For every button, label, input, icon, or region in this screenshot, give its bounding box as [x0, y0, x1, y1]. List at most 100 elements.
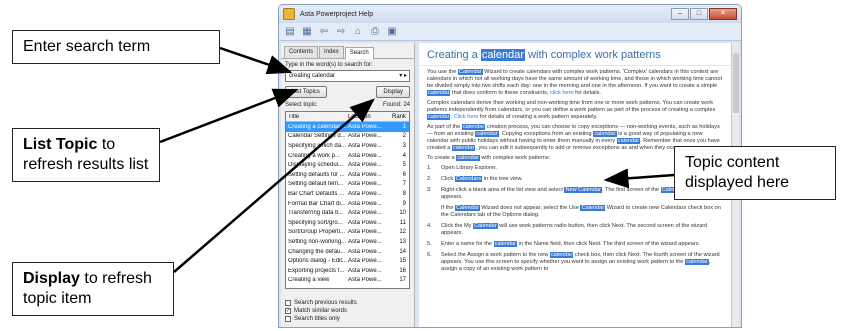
help-app-icon — [283, 8, 295, 20]
checkbox[interactable] — [285, 300, 291, 306]
column-title[interactable]: Title — [286, 114, 348, 120]
text: If the — [441, 205, 455, 211]
result-title: Transferring data b... — [288, 210, 344, 217]
result-rank: 12 — [399, 229, 406, 236]
check-titles-only[interactable]: Search titles only — [285, 315, 357, 323]
highlight: calendar — [493, 241, 518, 247]
column-location[interactable]: Location — [348, 114, 386, 120]
minimize-button[interactable]: – — [671, 8, 689, 20]
highlight: Calendar — [473, 223, 498, 229]
result-row[interactable]: Creating a work p... Asta Powe... 4 — [286, 151, 409, 161]
text: You use the — [427, 69, 458, 75]
highlight: calendar — [456, 155, 480, 161]
found-count: Found: 24 — [382, 102, 410, 108]
result-location: Asta Powe... — [348, 133, 382, 140]
close-button[interactable]: ✕ — [709, 8, 737, 20]
text: Click the My — [441, 223, 474, 229]
result-rank: 9 — [402, 200, 406, 207]
chevron-down-icon[interactable]: ▾ ▸ — [399, 72, 407, 79]
result-title: Changing the defau... — [288, 248, 346, 255]
result-row[interactable]: Creating a calendar ... Asta Powe... 1 — [286, 122, 409, 132]
result-title: Creating a calendar ... — [288, 123, 348, 130]
check-match-similar[interactable]: ✓ Match similar words — [285, 307, 357, 315]
checkbox[interactable] — [285, 316, 291, 322]
check-search-previous[interactable]: Search previous results — [285, 299, 357, 307]
result-row[interactable]: Creating a view Asta Powe... 17 — [286, 276, 409, 286]
text: that does conform to these constraints, — [450, 90, 550, 96]
text: Select the Assign a work pattern to the … — [441, 252, 550, 258]
column-rank[interactable]: Rank — [386, 114, 408, 120]
result-rank: 8 — [402, 190, 406, 197]
print2-icon[interactable]: ⎙ — [368, 25, 382, 39]
search-options: Search previous results ✓ Match similar w… — [285, 299, 357, 323]
highlight: calendar — [451, 145, 476, 151]
checkbox[interactable]: ✓ — [285, 308, 291, 314]
callout-list-topic: List Topic to refresh results list — [12, 128, 160, 182]
result-row[interactable]: Options dialog - Edit... Asta Powe... 15 — [286, 256, 409, 266]
search-input-value: creating calendar — [289, 73, 336, 79]
result-location: Asta Powe... — [348, 210, 382, 217]
result-row[interactable]: Specifying sort/gro... Asta Powe... 11 — [286, 218, 409, 228]
result-title: Setting default tem... — [288, 181, 344, 188]
result-rank: 1 — [402, 123, 406, 130]
text: To create a — [427, 155, 457, 161]
result-title: Format Bar Chart di... — [288, 200, 346, 207]
result-row[interactable]: Bar Chart Defaults ... Asta Powe... 8 — [286, 189, 409, 199]
result-title: Bar Chart Defaults ... — [288, 190, 345, 197]
options-icon[interactable]: ▣ — [385, 25, 399, 39]
hide-icon[interactable]: ▤ — [283, 25, 297, 39]
click-here-link[interactable]: Click here — [454, 114, 479, 120]
text: in the Name field, then click Next. The … — [517, 241, 701, 247]
print-icon[interactable]: ▦ — [300, 25, 314, 39]
home-icon[interactable]: ⌂ — [351, 25, 365, 39]
result-row[interactable]: Changing the defau... Asta Powe... 14 — [286, 247, 409, 257]
search-input[interactable]: creating calendar ▾ ▸ — [285, 70, 410, 82]
result-rank: 3 — [402, 142, 406, 149]
result-title: Specifying sort/gro... — [288, 219, 343, 226]
result-row[interactable]: Calendar Settings d... Asta Powe... 2 — [286, 132, 409, 142]
forward-icon[interactable]: ⇨ — [334, 25, 348, 39]
result-title: Exporting projects f... — [288, 267, 345, 274]
result-row[interactable]: Format Bar Chart di... Asta Powe... 9 — [286, 199, 409, 209]
display-button[interactable]: Display — [376, 86, 410, 98]
step-5: 5. Enter a name for the calendar in the N… — [427, 241, 701, 247]
text: Right-click a blank area of the list vie… — [441, 187, 565, 193]
tab-search[interactable]: Search — [344, 47, 374, 59]
result-location: Asta Powe... — [348, 181, 382, 188]
list-topics-button[interactable]: List Topics — [285, 86, 327, 98]
result-location: Asta Powe... — [348, 238, 382, 245]
callout-display: Display to refresh topic item — [12, 262, 174, 316]
result-row[interactable]: Setting non-working... Asta Powe... 13 — [286, 237, 409, 247]
result-location: Asta Powe... — [348, 248, 382, 255]
result-row[interactable]: Displaying schedul... Asta Powe... 5 — [286, 160, 409, 170]
tab-index[interactable]: Index — [319, 46, 344, 58]
search-label: Type in the word(s) to search for: — [285, 62, 373, 68]
scroll-thumb[interactable] — [733, 53, 739, 113]
check-label: Search titles only — [294, 316, 340, 322]
result-row[interactable]: Transferring data b... Asta Powe... 10 — [286, 208, 409, 218]
result-row[interactable]: Specifying which da... Asta Powe... 3 — [286, 141, 409, 151]
click-here-link[interactable]: click here — [550, 90, 574, 96]
callout-search-text: Enter search term — [23, 38, 151, 55]
result-rank: 16 — [399, 267, 406, 274]
title-pre: Creating a — [427, 49, 481, 61]
result-location: Asta Powe... — [348, 277, 382, 284]
highlight: Calendar — [455, 205, 480, 211]
results-list[interactable]: Title Location Rank Creating a calendar … — [285, 111, 410, 289]
result-title: Setting non-working... — [288, 238, 347, 245]
result-row[interactable]: Setting default tem... Asta Powe... 7 — [286, 180, 409, 190]
result-row[interactable]: Exporting projects f... Asta Powe... 16 — [286, 266, 409, 276]
back-icon[interactable]: ⇦ — [317, 25, 331, 39]
result-row[interactable]: Setting defaults for ... Asta Powe... 6 — [286, 170, 409, 180]
result-location: Asta Powe... — [348, 258, 382, 265]
text: As part of the — [427, 124, 462, 130]
maximize-button[interactable]: □ — [690, 8, 708, 20]
result-title: Sort/Group Properti... — [288, 229, 346, 236]
help-window: Asta Powerproject Help – □ ✕ ▤ ▦ ⇦ ⇨ ⌂ ⎙… — [278, 4, 742, 328]
result-row[interactable]: Sort/Group Properti... Asta Powe... 12 — [286, 228, 409, 238]
tab-contents[interactable]: Contents — [284, 46, 319, 58]
text: for details. — [573, 90, 601, 96]
step-3-note: If the Calendar Wizard does not appear, … — [427, 205, 723, 219]
highlight: calendar — [475, 131, 499, 137]
results-rows: Creating a calendar ... Asta Powe... 1 Cale… — [286, 122, 409, 285]
